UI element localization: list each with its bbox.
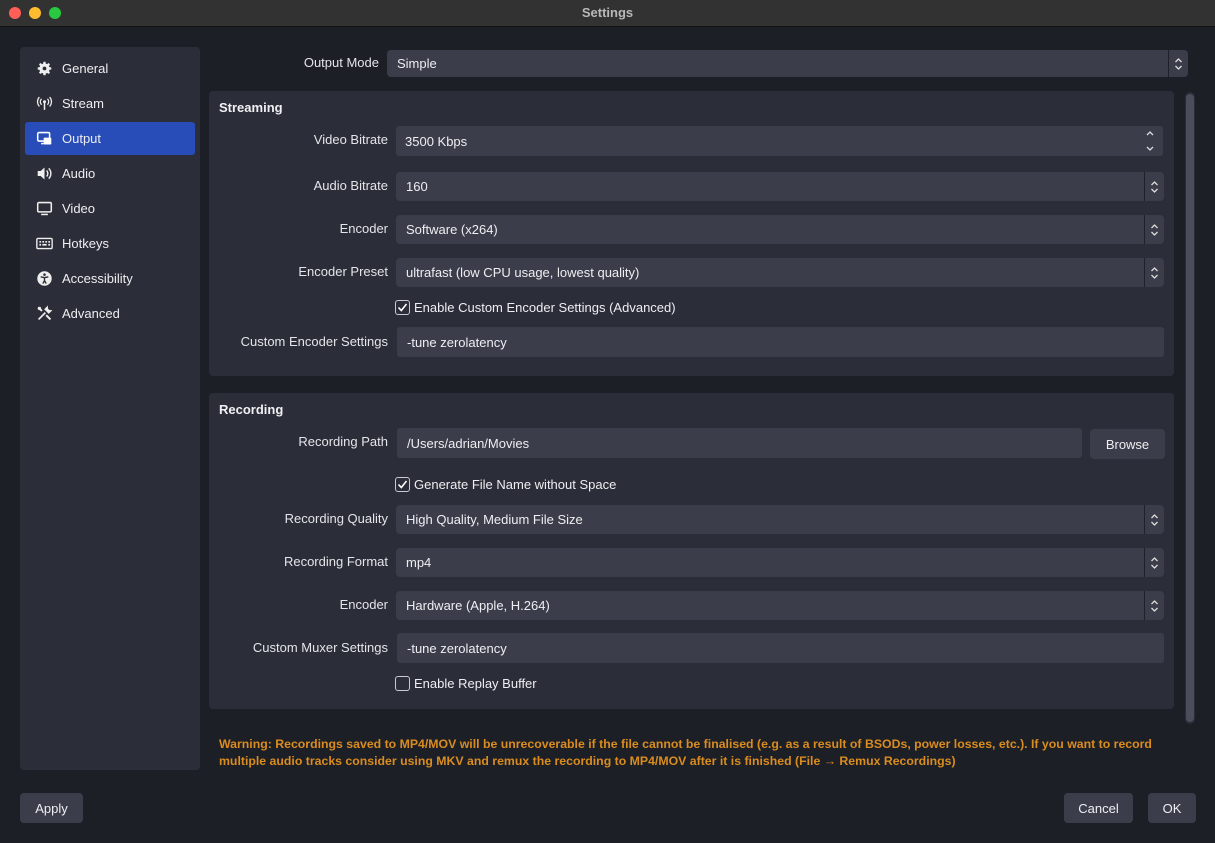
warning-line-1: Warning: Recordings saved to MP4/MOV wil…: [219, 737, 1152, 751]
speaker-icon: [35, 165, 53, 183]
sidebar-item-audio[interactable]: Audio: [25, 157, 195, 190]
sidebar-item-label: Stream: [62, 96, 104, 111]
sidebar-item-advanced[interactable]: Advanced: [25, 297, 195, 330]
checkbox-checked[interactable]: [395, 300, 410, 315]
title-bar: Settings: [0, 0, 1215, 27]
gear-icon: [35, 60, 53, 78]
recording-format-label: Recording Format: [283, 554, 388, 569]
custom-encoder-checkbox-label: Enable Custom Encoder Settings (Advanced…: [414, 300, 676, 315]
ok-button[interactable]: OK: [1148, 793, 1196, 823]
replay-buffer-checkbox-label: Enable Replay Buffer: [414, 676, 537, 691]
custom-muxer-settings-label: Custom Muxer Settings: [252, 640, 388, 655]
audio-bitrate-label: Audio Bitrate: [313, 178, 388, 193]
sidebar-item-label: General: [62, 61, 109, 76]
sidebar-item-label: Output: [62, 131, 102, 146]
vertical-scrollbar[interactable]: [1185, 92, 1195, 724]
sidebar-item-hotkeys[interactable]: Hotkeys: [25, 227, 195, 260]
recording-quality-label: Recording Quality: [284, 511, 388, 526]
audio-bitrate-select[interactable]: 160: [396, 172, 1164, 201]
checkbox-unchecked[interactable]: [395, 676, 410, 691]
settings-sidebar: General Stream Output Audio Video Hotkey…: [20, 47, 200, 770]
recording-encoder-label: Encoder: [339, 597, 388, 612]
sidebar-item-label: Hotkeys: [62, 236, 109, 251]
video-bitrate-label: Video Bitrate: [313, 132, 388, 147]
scrollbar-thumb[interactable]: [1186, 94, 1194, 722]
output-mode-label: Output Mode: [303, 55, 379, 70]
chevron-updown-icon: [1144, 215, 1164, 244]
warning-line-2: multiple audio tracks consider using MKV…: [219, 754, 956, 768]
mp4-warning-text: Warning: Recordings saved to MP4/MOV wil…: [219, 736, 1179, 770]
checkbox-checked[interactable]: [395, 477, 410, 492]
recording-encoder-select[interactable]: Hardware (Apple, H.264): [396, 591, 1164, 620]
browse-button[interactable]: Browse: [1090, 429, 1165, 459]
accessibility-icon: [35, 270, 53, 288]
streaming-encoder-value: Software (x264): [406, 222, 498, 237]
sidebar-item-label: Accessibility: [62, 271, 133, 286]
no-space-filename-checkbox[interactable]: Generate File Name without Space: [395, 477, 616, 492]
recording-quality-select[interactable]: High Quality, Medium File Size: [396, 505, 1164, 534]
recording-encoder-value: Hardware (Apple, H.264): [406, 598, 550, 613]
cancel-button[interactable]: Cancel: [1064, 793, 1133, 823]
monitor-icon: [35, 200, 53, 218]
output-mode-select[interactable]: Simple: [387, 50, 1188, 77]
chevron-updown-icon: [1144, 505, 1164, 534]
keyboard-icon: [35, 235, 53, 253]
custom-encoder-checkbox[interactable]: Enable Custom Encoder Settings (Advanced…: [395, 300, 676, 315]
video-bitrate-value: 3500 Kbps: [405, 133, 468, 149]
sidebar-item-output[interactable]: Output: [25, 122, 195, 155]
sidebar-item-stream[interactable]: Stream: [25, 87, 195, 120]
no-space-filename-checkbox-label: Generate File Name without Space: [414, 477, 617, 492]
audio-bitrate-value: 160: [406, 179, 428, 194]
custom-encoder-settings-value: -tune zerolatency: [407, 334, 507, 350]
recording-group-title: Recording: [219, 402, 284, 417]
video-bitrate-spinbox[interactable]: 3500 Kbps: [396, 126, 1163, 156]
recording-path-input[interactable]: /Users/adrian/Movies: [397, 428, 1082, 458]
custom-encoder-settings-label: Custom Encoder Settings: [240, 334, 388, 349]
encoder-preset-value: ultrafast (low CPU usage, lowest quality…: [406, 265, 640, 280]
output-icon: [35, 130, 53, 148]
tools-icon: [35, 305, 53, 323]
encoder-preset-select[interactable]: ultrafast (low CPU usage, lowest quality…: [396, 258, 1164, 287]
output-mode-value: Simple: [397, 56, 437, 71]
sidebar-item-label: Audio: [62, 166, 96, 181]
replay-buffer-checkbox[interactable]: Enable Replay Buffer: [395, 676, 537, 691]
sidebar-item-label: Video: [62, 201, 96, 216]
chevron-updown-icon: [1144, 172, 1164, 201]
sidebar-item-general[interactable]: General: [25, 52, 195, 85]
chevron-updown-icon: [1168, 50, 1188, 77]
spinner-arrows-icon[interactable]: [1145, 129, 1155, 153]
sidebar-item-video[interactable]: Video: [25, 192, 195, 225]
encoder-preset-label: Encoder Preset: [298, 264, 388, 279]
recording-format-select[interactable]: mp4: [396, 548, 1164, 577]
custom-muxer-settings-input[interactable]: -tune zerolatency: [397, 633, 1164, 663]
window-title: Settings: [581, 5, 634, 20]
chevron-updown-icon: [1144, 548, 1164, 577]
custom-muxer-settings-value: -tune zerolatency: [407, 640, 507, 656]
recording-format-value: mp4: [406, 555, 432, 570]
sidebar-item-accessibility[interactable]: Accessibility: [25, 262, 195, 295]
streaming-group-title: Streaming: [219, 100, 283, 115]
custom-encoder-settings-input[interactable]: -tune zerolatency: [397, 327, 1164, 357]
chevron-updown-icon: [1144, 258, 1164, 287]
recording-path-value: /Users/adrian/Movies: [407, 435, 530, 451]
broadcast-icon: [35, 95, 53, 113]
recording-path-label: Recording Path: [298, 434, 388, 449]
apply-button[interactable]: Apply: [20, 793, 83, 823]
streaming-encoder-label: Encoder: [339, 221, 388, 236]
recording-quality-value: High Quality, Medium File Size: [406, 512, 583, 527]
streaming-encoder-select[interactable]: Software (x264): [396, 215, 1164, 244]
chevron-updown-icon: [1144, 591, 1164, 620]
sidebar-item-label: Advanced: [62, 306, 120, 321]
